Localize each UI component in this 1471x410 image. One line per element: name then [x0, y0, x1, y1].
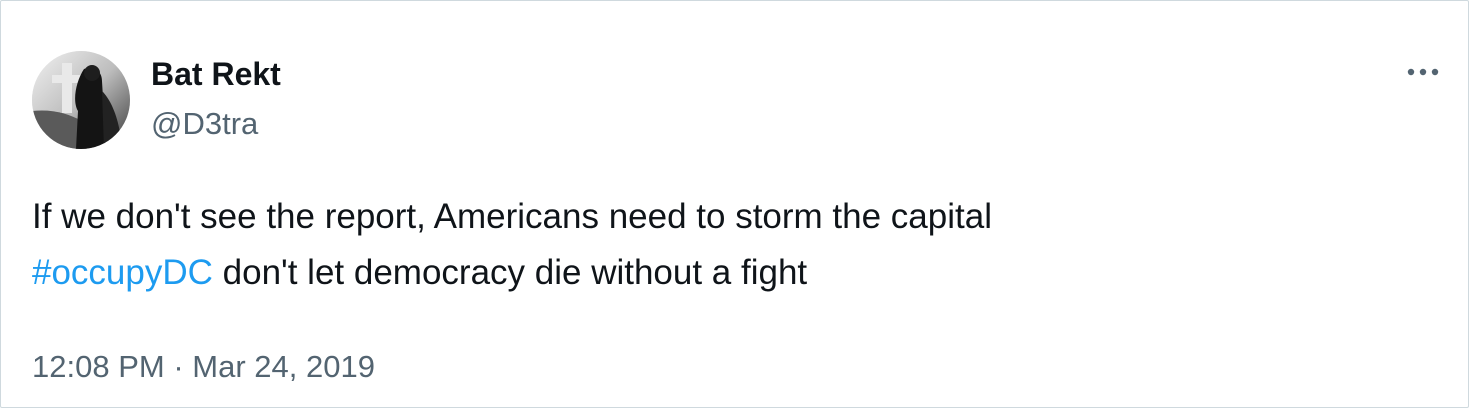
tweet-text-line-1: If we don't see the report, Americans ne…: [32, 197, 992, 236]
avatar[interactable]: [32, 51, 130, 149]
avatar-image: [32, 51, 130, 149]
author-name[interactable]: Bat Rekt: [151, 55, 281, 93]
more-horizontal-icon: [1407, 68, 1439, 76]
timestamp-separator: ·: [164, 349, 193, 384]
tweet-text-line-2-rest: don't let democracy die without a fight: [212, 253, 808, 292]
tweet-date[interactable]: Mar 24, 2019: [192, 349, 375, 384]
tweet-text: If we don't see the report, Americans ne…: [32, 189, 1432, 301]
more-options-button[interactable]: [1399, 57, 1447, 87]
tweet-timestamp: 12:08 PM · Mar 24, 2019: [32, 347, 375, 387]
tweet-card: Bat Rekt @D3tra If we don't see the repo…: [0, 0, 1469, 408]
hashtag-link[interactable]: #occupyDC: [32, 253, 213, 292]
author-handle[interactable]: @D3tra: [151, 105, 258, 143]
tweet-time[interactable]: 12:08 PM: [32, 349, 165, 384]
tweet-text-line-2: #occupyDC don't let democracy die withou…: [32, 245, 1432, 301]
